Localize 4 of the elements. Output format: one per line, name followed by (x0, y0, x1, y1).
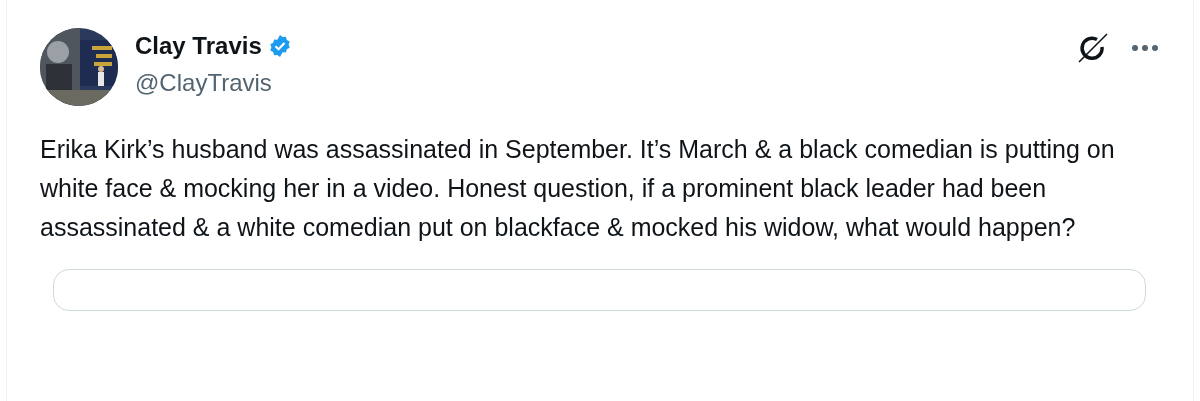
author-name[interactable]: Clay Travis (135, 32, 262, 60)
more-icon[interactable] (1131, 44, 1159, 52)
post-text: Erika Kirk’s husband was assassinated in September. It’s March & a black comedian is putting on white face & mocking her in a video. Honest question, if a prominent black leader had been assassinated & a white comedian put on blackface & mocked his widow, what would happen? (40, 134, 1116, 243)
author-handle[interactable]: @ClayTravis (135, 69, 292, 97)
